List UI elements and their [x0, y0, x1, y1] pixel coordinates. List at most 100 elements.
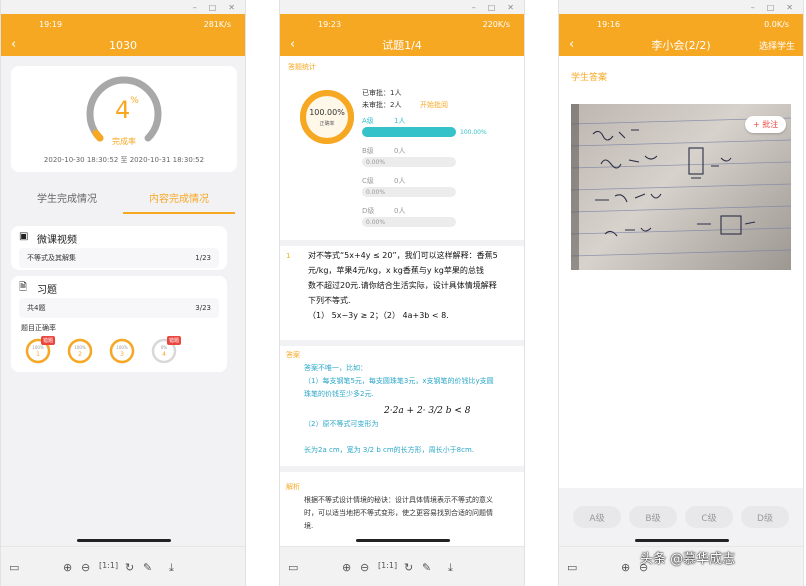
divider: [280, 240, 524, 246]
download-icon[interactable]: ⤓: [169, 561, 174, 575]
grade-c-button[interactable]: C级: [685, 506, 733, 528]
grade-name: C级: [362, 177, 374, 185]
divider: [280, 340, 524, 346]
divider: [280, 466, 524, 472]
grade-bar-fill: [362, 127, 456, 137]
panel-icon[interactable]: ▭: [567, 561, 577, 574]
reviewed-count: 已审批：1人: [362, 89, 402, 97]
mini-ring-pct: 100%: [32, 345, 44, 350]
window-controls: – □ ✕: [1, 0, 245, 14]
page-title: 1030: [109, 38, 137, 52]
grade-button-row: A级 B级 C级 D级: [559, 488, 803, 546]
rotate-icon[interactable]: ↻: [404, 561, 413, 574]
grade-b-button[interactable]: B级: [629, 506, 677, 528]
rotate-icon[interactable]: ↻: [125, 561, 134, 574]
status-network: 281K/s: [203, 19, 231, 29]
pen-icon[interactable]: ✎: [422, 561, 431, 574]
annotate-button[interactable]: + 批注: [745, 116, 787, 133]
tab-student-completion[interactable]: 学生完成情况: [11, 186, 123, 214]
fit-icon[interactable]: [1:1]: [99, 561, 118, 570]
question-number: 1: [286, 252, 291, 260]
grade-percent: 0.00%: [366, 159, 386, 166]
home-indicator: [635, 539, 729, 542]
unreviewed-count: 未审批：2人: [362, 101, 402, 109]
fit-icon[interactable]: [1:1]: [378, 561, 397, 570]
mini-ring-num: 4: [162, 351, 166, 358]
zoom-in-icon[interactable]: ⊕: [63, 561, 72, 574]
window-controls: – □ ✕: [280, 0, 524, 14]
home-indicator: [356, 539, 450, 542]
close-icon[interactable]: ✕: [786, 3, 793, 12]
accuracy-ring-2[interactable]: 100% 2: [67, 338, 93, 364]
watermark: 头条 @慕华成志: [640, 552, 736, 567]
back-icon[interactable]: ‹: [11, 37, 16, 52]
app-bar: ‹ 1030: [1, 34, 245, 56]
status-time: 19:16: [597, 19, 621, 29]
grade-a-button[interactable]: A级: [573, 506, 621, 528]
minimize-icon[interactable]: –: [472, 3, 476, 12]
download-icon[interactable]: ⤓: [448, 561, 453, 575]
video-item-row[interactable]: 不等式及其解集 1/23: [19, 248, 219, 268]
accuracy-ring-label: 正确率: [319, 121, 335, 127]
start-review-link[interactable]: 开始批阅: [420, 100, 448, 110]
zoom-out-icon[interactable]: ⊖: [81, 561, 90, 574]
question-text: 对不等式“5x+4y ≤ 20”，我们可以这样解释：香蕉5 元/kg，苹果4元/…: [308, 251, 498, 320]
panel-icon[interactable]: ▭: [9, 561, 19, 574]
status-bar: 19:16 0.0K/s: [559, 14, 803, 34]
tab-content-completion[interactable]: 内容完成情况: [123, 186, 235, 214]
maximize-icon[interactable]: □: [488, 3, 496, 12]
video-title: 微课视频: [37, 235, 77, 246]
notebook-lines: [571, 117, 791, 257]
mini-ring-pct: 100%: [74, 345, 86, 350]
answer-label: 答案: [286, 351, 300, 359]
window-controls: – □ ✕: [559, 0, 803, 14]
back-icon[interactable]: ‹: [569, 37, 574, 52]
exercise-item-label: 共4题: [27, 304, 46, 312]
exercise-item-count: 3/23: [195, 304, 211, 312]
completion-label: 完成率: [112, 137, 136, 146]
close-icon[interactable]: ✕: [228, 3, 235, 12]
bottom-toolbar: ▭ ⊕ ⊖ [1:1] ↻ ✎ ⤓: [1, 546, 245, 586]
mini-ring-num: 3: [120, 351, 124, 358]
close-icon[interactable]: ✕: [507, 3, 514, 12]
answer-step3: 长为2a cm，宽为 3/2 b cm的长方形，周长小于8cm.: [304, 446, 475, 454]
exercise-item-row[interactable]: 共4题 3/23: [19, 298, 219, 318]
answer-text: 答案不唯一，比如： （1）每支钢笔5元，每支圆珠笔3元，x支钢笔的价钱比y支圆 …: [304, 364, 494, 398]
grade-count: 0人: [394, 177, 406, 185]
select-student-button[interactable]: 选择学生: [759, 39, 795, 52]
photo-shadow: [571, 104, 579, 270]
home-indicator: [77, 539, 171, 542]
status-bar: 19:19 281K/s: [1, 14, 245, 34]
accuracy-label: 题目正确率: [21, 324, 56, 332]
accuracy-ring-3[interactable]: 100% 3: [109, 338, 135, 364]
maximize-icon[interactable]: □: [767, 3, 775, 12]
back-icon[interactable]: ‹: [290, 37, 295, 52]
minimize-icon[interactable]: –: [751, 3, 755, 12]
document-icon: 🗎: [19, 282, 28, 293]
grade-name: D级: [362, 207, 375, 215]
grade-d-button[interactable]: D级: [741, 506, 789, 528]
question-detail: 答题统计 100.00% 正确率 已审批：1人 未审批：2人 开始批阅 A级 1人…: [280, 56, 524, 546]
wrong-badge: 错题: [41, 336, 56, 345]
video-item-label: 不等式及其解集: [27, 254, 76, 262]
minimize-icon[interactable]: –: [193, 3, 197, 12]
mini-ring-pct: 0%: [160, 345, 168, 350]
analysis-text: 根据不等式设计情境的秘诀：设计具体情境表示不等式的意义 时，可以适当地把不等式变…: [304, 496, 493, 530]
status-time: 19:23: [318, 19, 342, 29]
mini-ring-num: 1: [36, 351, 40, 358]
panel-icon[interactable]: ▭: [288, 561, 298, 574]
grade-count: 1人: [394, 117, 406, 125]
zoom-out-icon[interactable]: ⊖: [360, 561, 369, 574]
status-network: 0.0K/s: [764, 19, 789, 29]
wrong-badge: 错题: [167, 336, 182, 345]
accuracy-ring: [300, 90, 354, 144]
page-title: 李小会(2/2): [651, 39, 711, 52]
time-range: 2020-10-30 18:30:52 至 2020-10-31 18:30:5…: [43, 156, 205, 164]
zoom-in-icon[interactable]: ⊕: [621, 561, 630, 574]
zoom-in-icon[interactable]: ⊕: [342, 561, 351, 574]
pen-icon[interactable]: ✎: [143, 561, 152, 574]
maximize-icon[interactable]: □: [209, 3, 217, 12]
grade-name: B级: [362, 147, 374, 155]
handwriting-strokes: [592, 129, 756, 237]
video-icon: ▣: [19, 231, 29, 242]
